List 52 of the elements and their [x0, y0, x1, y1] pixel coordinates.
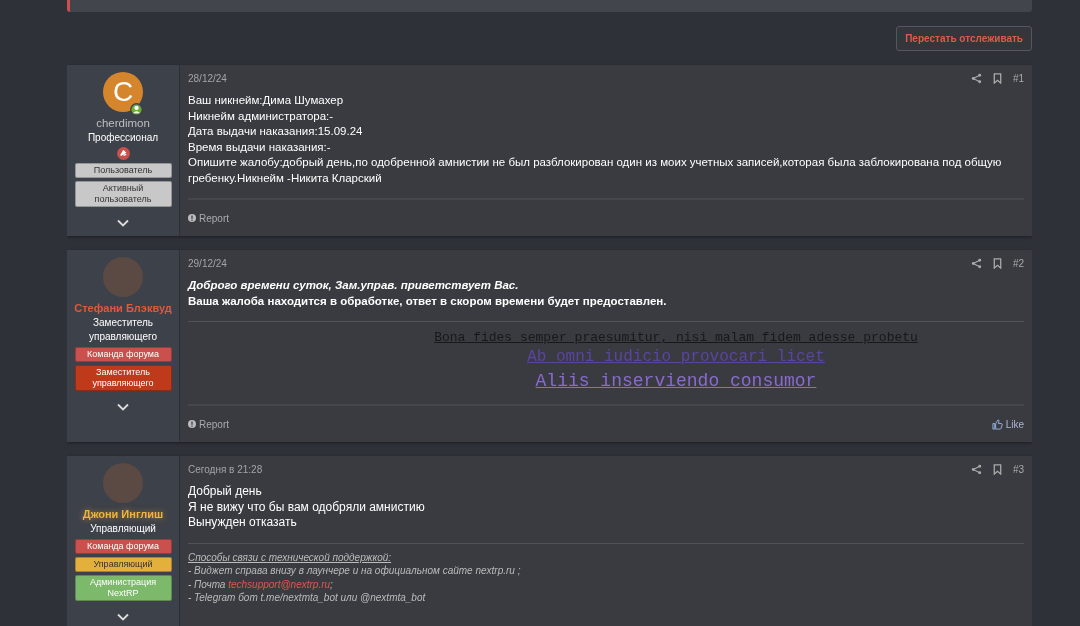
- post-date[interactable]: Сегодня в 21:28: [188, 464, 263, 475]
- user-badge: Команда форума: [74, 347, 172, 362]
- user-badge: Активный пользователь: [74, 181, 172, 207]
- report-link[interactable]: Report: [188, 418, 229, 430]
- thumbs-up-icon: [991, 418, 1003, 430]
- user-badge: Команда форума: [74, 539, 172, 554]
- message-line: Время выдачи наказания:-: [188, 139, 332, 155]
- message-line: Опишите жалобу:добрый день,по одобренной амнистии не был разблокирован один из моих учетных записей,которая была заблокирована под общую гребенку.Никнейм -Никита Кларский: [188, 155, 1003, 186]
- chevron-down-icon[interactable]: [117, 403, 129, 411]
- signature-line: - Telegram бот t.me/nextmta_bot или @nextmta_bot: [188, 591, 427, 605]
- message-line: Я не вижу что бы вам одобряли амнистию: [188, 499, 426, 515]
- bookmark-icon[interactable]: [991, 464, 1003, 475]
- user-title: Управляющий: [90, 522, 156, 536]
- post-date[interactable]: 29/12/24: [188, 258, 227, 269]
- post-date[interactable]: 28/12/24: [188, 73, 227, 84]
- share-icon[interactable]: [970, 464, 982, 475]
- bookmark-icon[interactable]: [991, 258, 1003, 269]
- share-icon[interactable]: [970, 258, 982, 269]
- message-line: Ваш никнейм:Дима Шумахер: [188, 93, 345, 108]
- post-number-link[interactable]: #1: [1012, 73, 1024, 84]
- username-link[interactable]: cherdimon: [96, 116, 150, 130]
- unwatch-button[interactable]: Перестать отслеживать: [896, 26, 1032, 51]
- message-line: Добрый день: [188, 484, 263, 500]
- chevron-down-icon[interactable]: [117, 219, 129, 227]
- message-line: Доброго времени суток, Зам.управ. приветствует Вас.: [188, 278, 520, 293]
- letter-avatar[interactable]: C: [103, 72, 143, 112]
- signature-motto: Ab omni iudicio provocari licet: [527, 347, 825, 368]
- report-link[interactable]: Report: [188, 212, 229, 224]
- message-line: Вынужден отказать: [188, 515, 298, 531]
- username-link[interactable]: Джони Инглиш: [82, 507, 164, 521]
- post-number-link[interactable]: #2: [1012, 258, 1024, 269]
- message-line: Дата выдачи наказания:15.09.24: [188, 124, 364, 139]
- user-title: Профессионал: [87, 131, 159, 145]
- user-badge: Управляющий: [74, 557, 172, 572]
- info-icon: [188, 420, 196, 428]
- signature-heading: Способы связи с технической поддержкой:: [188, 550, 393, 564]
- message-line: Никнейм администратора:-: [188, 108, 335, 124]
- info-icon: [188, 214, 196, 222]
- signature-line: - Виджет справа внизу в лаунчере и на официальном сайте nextrp.ru ;: [188, 564, 522, 578]
- username-link[interactable]: Стефани Блэквуд: [74, 301, 172, 315]
- signature-line: - Почта techsupport@nextrp.ru;: [188, 577, 334, 591]
- chevron-down-icon[interactable]: [117, 613, 129, 621]
- user-title: Заместитель управляющего: [87, 316, 158, 344]
- user-badge: Заместитель управляющего: [74, 365, 172, 391]
- like-link[interactable]: Like: [991, 418, 1024, 430]
- user-badge: Пользователь: [74, 163, 172, 178]
- signature-motto: Aliis inserviendo consumor: [535, 370, 817, 393]
- message-line: Ваша жалоба находится в обработке, ответ в скором времени будет предоставлен.: [188, 293, 668, 309]
- bookmark-icon[interactable]: [991, 73, 1003, 84]
- user-badge: Администрация NextRP: [74, 575, 172, 601]
- post-number-link[interactable]: #3: [1012, 464, 1024, 475]
- share-icon[interactable]: [970, 73, 982, 84]
